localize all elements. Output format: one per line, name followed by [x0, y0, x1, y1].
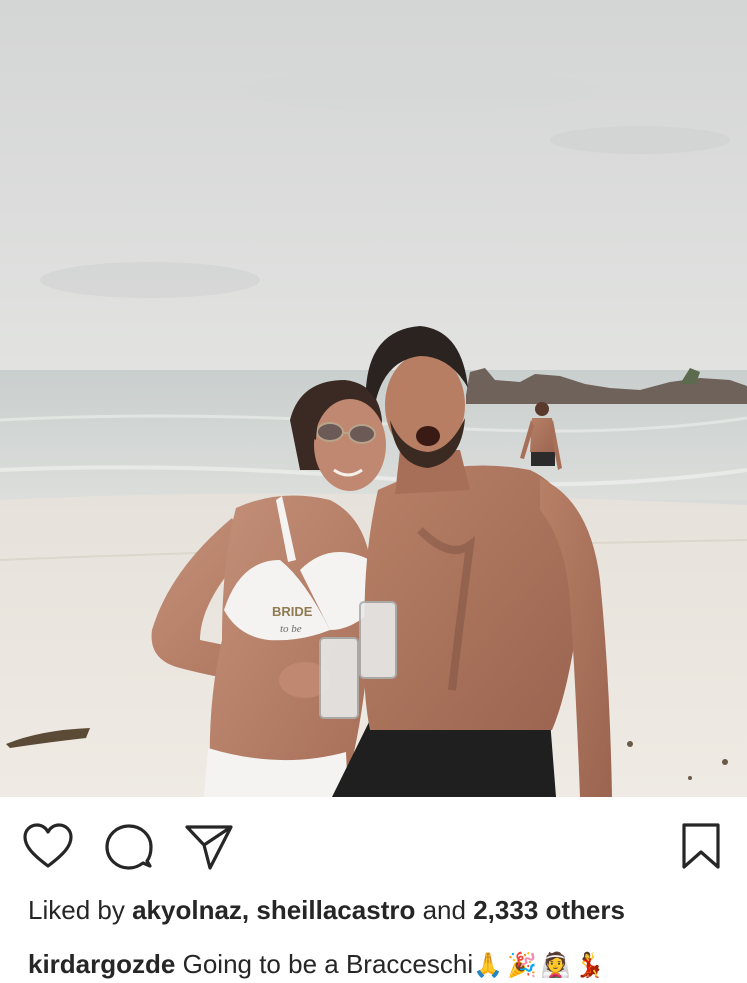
- liked-by-prefix: Liked by: [28, 895, 125, 925]
- caption-text: Going to be a Bracceschi: [182, 949, 474, 979]
- bikini-to-be-text: to be: [280, 623, 302, 635]
- caption-line: kirdargozde Going to be a Bracceschi🙏🎉👰💃: [28, 946, 740, 983]
- comment-icon[interactable]: [103, 821, 155, 873]
- bookmark-icon[interactable]: [675, 821, 727, 873]
- caption-username[interactable]: kirdargozde: [28, 949, 175, 979]
- instagram-post: BRIDE to be Liked by akyolnaz, sheillaca…: [0, 0, 747, 983]
- beach-photo-illustration: BRIDE to be: [0, 0, 747, 797]
- liker-username-akyolnaz[interactable]: akyolnaz,: [132, 895, 249, 925]
- likes-conjunction: and: [422, 895, 466, 925]
- liker-username-sheillacastro[interactable]: sheillacastro: [256, 895, 415, 925]
- bikini-bride-text: BRIDE: [272, 604, 313, 619]
- post-photo[interactable]: BRIDE to be: [0, 0, 747, 797]
- caption-emojis: 🙏🎉👰💃: [473, 951, 609, 979]
- likes-line: Liked by akyolnaz, sheillacastro and 2,3…: [28, 893, 728, 927]
- post-action-bar: [0, 797, 747, 893]
- likes-count[interactable]: 2,333 others: [473, 895, 625, 925]
- paper-plane-icon[interactable]: [183, 821, 235, 873]
- heart-icon[interactable]: [22, 821, 74, 873]
